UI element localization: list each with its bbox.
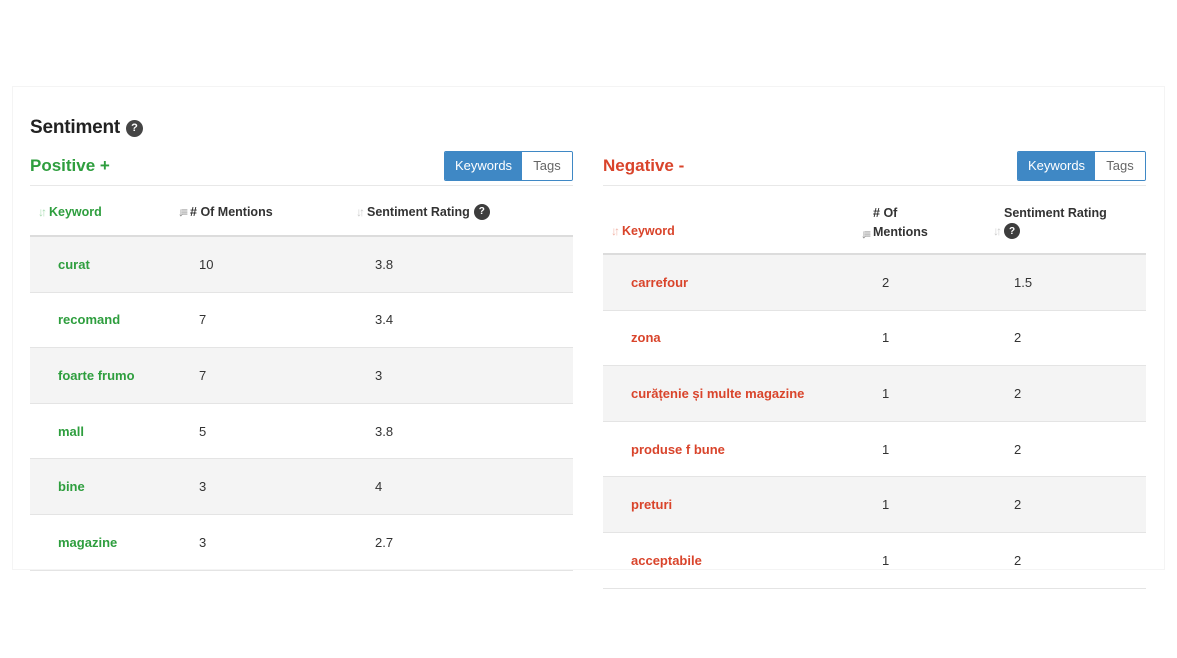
table-row: foarte frumo 7 3 bbox=[30, 348, 573, 404]
rating-cell: 2 bbox=[1014, 330, 1022, 346]
keyword-cell[interactable]: carrefour bbox=[631, 255, 688, 310]
table-row: produse f bune 1 2 bbox=[603, 422, 1146, 478]
positive-title: Positive + bbox=[30, 155, 110, 175]
keyword-cell[interactable]: foarte frumo bbox=[58, 348, 135, 403]
column-header-mentions[interactable]: ↓≡ # Of Mentions bbox=[178, 186, 273, 237]
positive-view-toggle: Keywords Tags bbox=[444, 150, 573, 181]
table-row: zona 1 2 bbox=[603, 311, 1146, 367]
positive-table-header: ↓↑ Keyword ↓≡ # Of Mentions ↓↑ Sentiment… bbox=[30, 186, 573, 237]
negative-table-header: ↓↑ Keyword ↓≡ # Of Mentions ↓↑ Sentiment… bbox=[603, 186, 1146, 255]
table-row: mall 5 3.8 bbox=[30, 404, 573, 460]
table-row: curățenie și multe magazine 1 2 bbox=[603, 366, 1146, 422]
rating-cell: 4 bbox=[375, 479, 383, 495]
help-icon[interactable]: ? bbox=[473, 203, 490, 220]
negative-table-body: carrefour 2 1.5 zona 1 2 curățenie și multe ma… bbox=[603, 255, 1146, 589]
mentions-cell: 3 bbox=[199, 534, 207, 550]
help-icon[interactable]: ? bbox=[126, 119, 144, 137]
sort-desc-icon: ↓≡ bbox=[178, 204, 188, 219]
rating-cell: 2.7 bbox=[375, 534, 394, 550]
mentions-cell: 3 bbox=[199, 479, 207, 495]
table-row: preturi 1 2 bbox=[603, 477, 1146, 533]
rating-cell: 2 bbox=[1014, 441, 1022, 457]
column-header-rating[interactable]: ↓↑ Sentiment Rating ? bbox=[993, 204, 1107, 239]
table-row: magazine 3 2.7 bbox=[30, 515, 573, 571]
rating-cell: 3 bbox=[375, 367, 383, 383]
keyword-cell[interactable]: produse f bune bbox=[631, 422, 725, 477]
section-header: Sentiment ? bbox=[30, 116, 144, 140]
sort-icon: ↓↑ bbox=[611, 224, 620, 238]
negative-view-toggle: Keywords Tags bbox=[1017, 150, 1146, 181]
tags-toggle-button[interactable]: Tags bbox=[1095, 151, 1145, 180]
negative-panel-header: Negative - Keywords Tags bbox=[603, 146, 1146, 186]
mentions-cell: 1 bbox=[882, 497, 890, 513]
keyword-cell[interactable]: mall bbox=[58, 404, 84, 459]
keywords-toggle-button[interactable]: Keywords bbox=[1018, 151, 1095, 180]
table-row: carrefour 2 1.5 bbox=[603, 255, 1146, 311]
positive-panel-header: Positive + Keywords Tags bbox=[30, 146, 573, 186]
rating-cell: 3.8 bbox=[375, 423, 394, 439]
tags-toggle-button[interactable]: Tags bbox=[522, 151, 572, 180]
table-row: acceptabile 1 2 bbox=[603, 533, 1146, 589]
section-title: Sentiment bbox=[30, 117, 121, 138]
mentions-cell: 7 bbox=[199, 312, 207, 328]
keyword-cell[interactable]: curățenie și multe magazine bbox=[631, 366, 804, 421]
keyword-cell[interactable]: magazine bbox=[58, 515, 117, 570]
column-header-rating[interactable]: ↓↑ Sentiment Rating ? bbox=[356, 186, 490, 237]
rating-cell: 1.5 bbox=[1014, 274, 1033, 290]
sort-desc-icon: ↓≡ bbox=[861, 227, 871, 241]
mentions-cell: 1 bbox=[882, 552, 890, 568]
positive-panel: Positive + Keywords Tags ↓↑ Keyword ↓≡ #… bbox=[30, 146, 573, 571]
rating-cell: 3.4 bbox=[375, 312, 394, 328]
rating-cell: 3.8 bbox=[375, 256, 394, 272]
keyword-cell[interactable]: zona bbox=[631, 311, 661, 366]
table-row: recomand 7 3.4 bbox=[30, 293, 573, 349]
keyword-cell[interactable]: acceptabile bbox=[631, 533, 702, 588]
negative-title: Negative - bbox=[603, 155, 685, 175]
mentions-cell: 1 bbox=[882, 330, 890, 346]
table-row: curat 10 3.8 bbox=[30, 237, 573, 293]
sort-icon: ↓↑ bbox=[38, 204, 47, 219]
positive-table-body: curat 10 3.8 recomand 7 3.4 foarte frumo 7 3 mall… bbox=[30, 237, 573, 571]
mentions-cell: 7 bbox=[199, 367, 207, 383]
column-header-keyword[interactable]: ↓↑ Keyword bbox=[611, 224, 675, 238]
keyword-cell[interactable]: curat bbox=[58, 237, 90, 292]
mentions-cell: 5 bbox=[199, 423, 207, 439]
mentions-cell: 1 bbox=[882, 385, 890, 401]
keyword-cell[interactable]: bine bbox=[58, 459, 85, 514]
keyword-cell[interactable]: recomand bbox=[58, 293, 120, 348]
keyword-cell[interactable]: preturi bbox=[631, 477, 672, 532]
help-icon[interactable]: ? bbox=[1004, 223, 1020, 239]
column-header-keyword[interactable]: ↓↑ Keyword bbox=[38, 186, 102, 237]
rating-cell: 2 bbox=[1014, 552, 1022, 568]
sort-icon: ↓↑ bbox=[993, 224, 1002, 238]
table-row: bine 3 4 bbox=[30, 459, 573, 515]
sort-icon: ↓↑ bbox=[356, 204, 365, 219]
rating-cell: 2 bbox=[1014, 497, 1022, 513]
mentions-cell: 10 bbox=[199, 256, 214, 272]
negative-panel: Negative - Keywords Tags ↓↑ Keyword ↓≡ #… bbox=[603, 146, 1146, 589]
keywords-toggle-button[interactable]: Keywords bbox=[445, 151, 522, 180]
mentions-cell: 1 bbox=[882, 441, 890, 457]
rating-cell: 2 bbox=[1014, 385, 1022, 401]
column-header-mentions[interactable]: ↓≡ # Of Mentions bbox=[861, 204, 928, 242]
mentions-cell: 2 bbox=[882, 274, 890, 290]
